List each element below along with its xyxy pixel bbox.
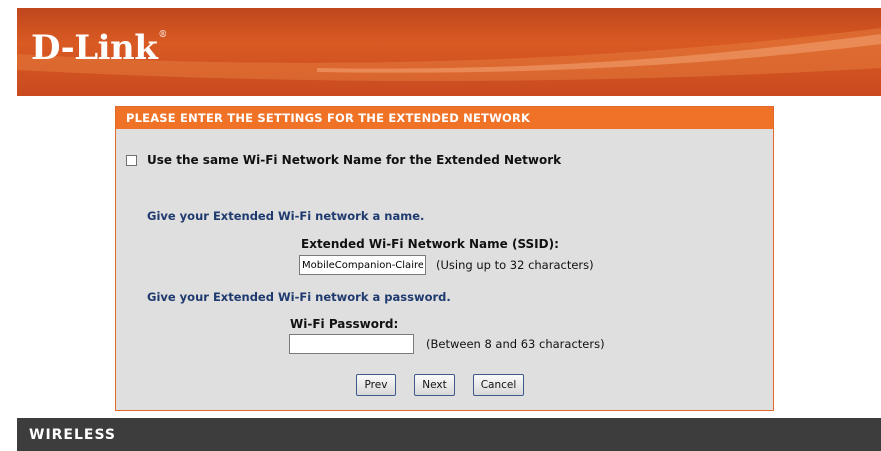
footer-wireless-label: WIRELESS — [29, 427, 117, 443]
password-section-heading: Give your Extended Wi-Fi network a passw… — [147, 290, 451, 304]
cancel-button[interactable]: Cancel — [473, 374, 524, 396]
ssid-label: Extended Wi-Fi Network Name (SSID): — [301, 237, 559, 251]
name-section-heading: Give your Extended Wi-Fi network a name. — [147, 209, 425, 223]
password-input[interactable] — [289, 334, 414, 354]
extended-network-panel: PLEASE ENTER THE SETTINGS FOR THE EXTEND… — [115, 106, 774, 411]
footer-bar: WIRELESS — [17, 418, 881, 451]
dlink-logo: D-Link® — [31, 28, 167, 68]
header-banner: D-Link® — [17, 8, 881, 96]
password-label: Wi-Fi Password: — [290, 317, 399, 331]
same-name-row: Use the same Wi-Fi Network Name for the … — [126, 153, 561, 167]
ssid-input[interactable] — [299, 255, 426, 275]
next-button[interactable]: Next — [414, 374, 455, 396]
same-name-checkbox-label: Use the same Wi-Fi Network Name for the … — [147, 153, 562, 167]
panel-title: PLEASE ENTER THE SETTINGS FOR THE EXTEND… — [116, 107, 773, 129]
same-name-checkbox[interactable] — [126, 154, 137, 166]
ssid-hint: (Using up to 32 characters) — [436, 258, 594, 272]
password-hint: (Between 8 and 63 characters) — [426, 337, 605, 351]
prev-button[interactable]: Prev — [356, 374, 396, 396]
